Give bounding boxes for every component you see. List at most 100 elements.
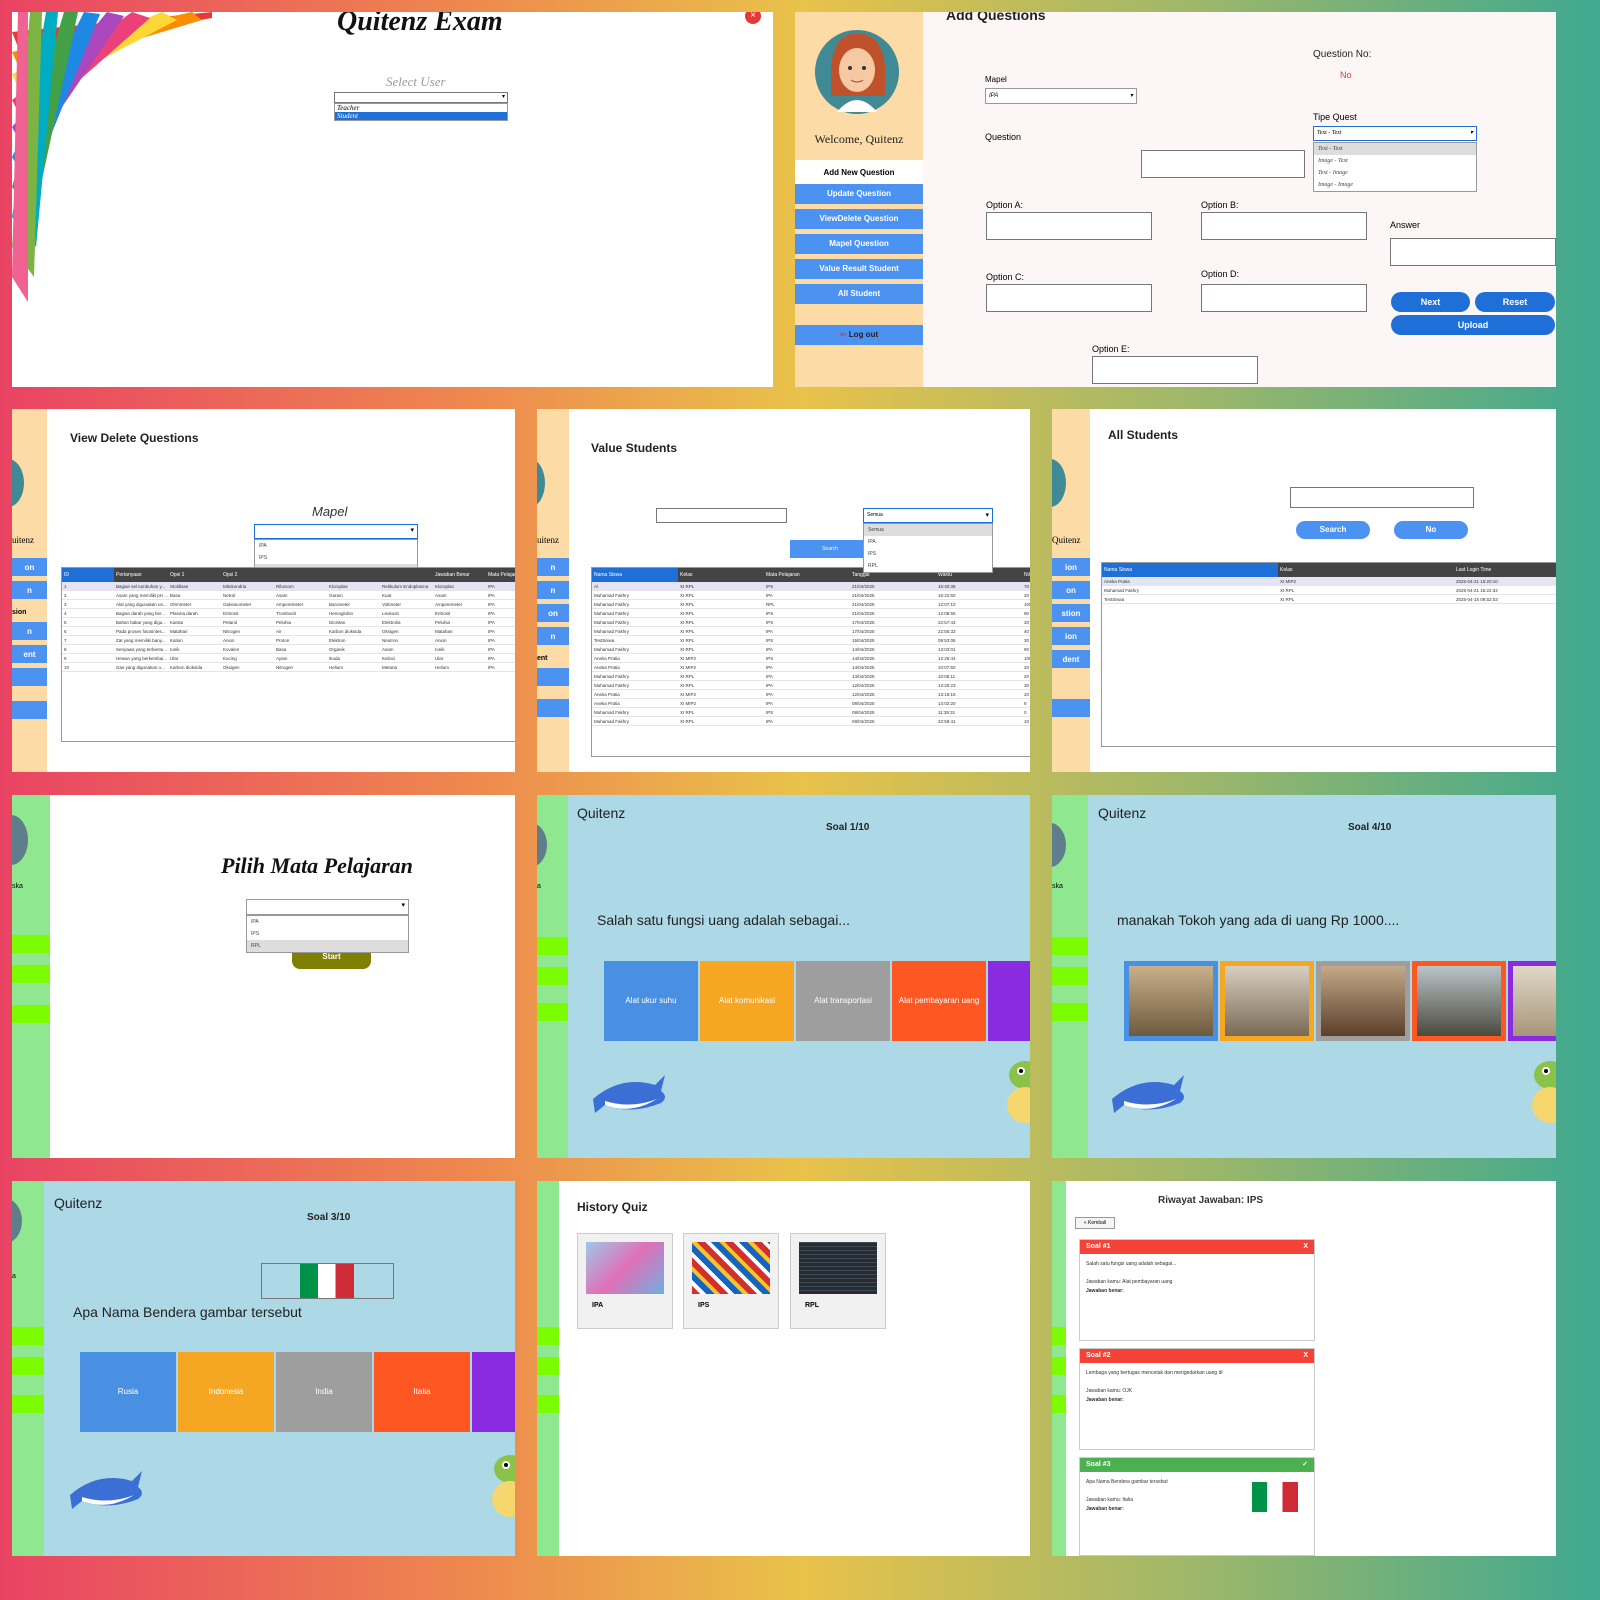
close-icon[interactable]: × (745, 12, 761, 24)
table-row[interactable]: 4 Bagian darah yang ber... Plasma darah Eri… (62, 609, 515, 618)
answer-option[interactable]: Indonesia (178, 1352, 274, 1432)
sidebar-button[interactable] (1052, 673, 1090, 691)
mapel-select[interactable]: ▾ (254, 524, 418, 539)
logout-button[interactable] (1052, 699, 1090, 717)
mapel-option[interactable]: RPL (247, 940, 408, 952)
sidebar-button[interactable] (12, 1327, 44, 1345)
sidebar-button[interactable] (1052, 1003, 1088, 1021)
column-header[interactable]: ID (62, 568, 114, 582)
menu-view-delete-question[interactable]: ViewDelete Question (795, 209, 923, 229)
menu-value-result-student[interactable]: Value Result Student (795, 259, 923, 279)
sidebar-button[interactable] (1052, 1395, 1066, 1413)
tipe-option[interactable]: Text - Text (1314, 143, 1476, 155)
sidebar-button[interactable] (1052, 1327, 1066, 1345)
menu-add-question[interactable]: Add New Question (795, 160, 923, 186)
menu-mapel-question[interactable]: Mapel Question (795, 234, 923, 254)
table-row[interactable]: 9 Hewan yang berkembai... Ular Kucing Ayam Ik… (62, 654, 515, 663)
sidebar-button[interactable] (537, 1327, 559, 1345)
column-header[interactable]: Nama Siswa (1102, 563, 1278, 577)
answer-option[interactable]: Alat komunikasi (700, 961, 794, 1041)
table-row[interactable]: Muhamad Fakhry XI RPL IPA 17/04/2025 22:55:3… (592, 627, 1030, 636)
history-card-rpl[interactable]: RPL (790, 1233, 886, 1329)
table-row[interactable]: 5 Bahan bakar yang digu... Karatu Petarol Pe… (62, 618, 515, 627)
table-row[interactable]: Aneka Pratia XI MIP2 IPS 14/04/2025 12:26:44… (592, 654, 1030, 663)
table-row[interactable]: Muhamad Fakhry XI RPL IPS 08/04/2025 11:39:3… (592, 708, 1030, 717)
option-a-input[interactable] (986, 212, 1152, 240)
sidebar-button[interactable] (1052, 937, 1088, 955)
sidebar-button[interactable]: n (537, 581, 569, 599)
user-option-teacher[interactable]: Teacher (335, 104, 507, 112)
user-option-student[interactable]: Student (335, 112, 507, 120)
filter-option[interactable]: IPS (864, 548, 992, 560)
mapel-option[interactable]: IPA (255, 540, 417, 552)
table-row[interactable]: Muhamad Fakhry XI RPL IPS 21/04/2025 12:08:5… (592, 609, 1030, 618)
option-b-input[interactable] (1201, 212, 1367, 240)
sidebar-button[interactable] (537, 967, 568, 985)
history-card-ips[interactable]: IPS (683, 1233, 779, 1329)
logout-button[interactable]: ⇦ Log out (795, 325, 923, 345)
search-button[interactable]: Search (1296, 521, 1370, 539)
back-button[interactable]: « Kembali (1075, 1217, 1115, 1229)
filter-option[interactable]: IPA (864, 536, 992, 548)
sidebar-button[interactable] (12, 668, 47, 686)
table-row[interactable]: Muhamad Fakhry XI RPL IPS 17/04/2025 22:57:4… (592, 618, 1030, 627)
table-row[interactable]: TestSiswa XI RPL 2025-04-15 09:52:03 (1102, 595, 1556, 604)
portrait-option[interactable] (1124, 961, 1218, 1041)
option-e-input[interactable] (1092, 356, 1258, 384)
column-header[interactable]: Pertanyaan (114, 568, 168, 582)
option-c-input[interactable] (986, 284, 1152, 312)
mapel-option[interactable]: IPS (255, 552, 417, 564)
sidebar-button[interactable]: n (12, 581, 47, 599)
table-row[interactable]: Aneka Pratia XI MIP2 IPA 14/04/2025 10:07:50… (592, 663, 1030, 672)
answer-option[interactable]: India (276, 1352, 372, 1432)
table-row[interactable]: Muhamad Fakhry XI RPL IPA 14/04/2025 13:03:0… (592, 645, 1030, 654)
logout-button[interactable] (12, 701, 47, 719)
table-row[interactable]: 7 Zat yang memiliki bany... Kation Anion Pro… (62, 636, 515, 645)
mapel-option[interactable]: IPS (247, 928, 408, 940)
portrait-option[interactable] (1412, 961, 1506, 1041)
table-row[interactable]: Aneka Pratia XI MIP2 IPA 12/04/2025 13:18:16… (592, 690, 1030, 699)
portrait-option[interactable] (1508, 961, 1556, 1041)
table-row[interactable]: 6 Pada proses fotosintes... Matahari Nitrog… (62, 627, 515, 636)
table-row[interactable]: Muhamad Fakhry XI RPL IPA 14/04/2025 10:05:1… (592, 672, 1030, 681)
sidebar-button[interactable]: ion (1052, 627, 1090, 645)
table-row[interactable]: TestSiswa XI RPL IPS 15/04/2025 09:53:05 30 (592, 636, 1030, 645)
sidebar-button[interactable]: on (537, 604, 569, 622)
table-row[interactable]: Muhamad Fakhry XI RPL IPA 21/04/2025 15:22:5… (592, 591, 1030, 600)
table-row[interactable]: Muhamad Fakhry XI RPL IPA 12/04/2025 13:20:2… (592, 681, 1030, 690)
table-row[interactable]: Ai XI RPL IPS 21/04/2025 15:40:35 70 (592, 582, 1030, 591)
tipe-quest-select[interactable]: Text - Text ▾ (1313, 126, 1477, 141)
sidebar-button[interactable] (537, 668, 569, 686)
option-d-input[interactable] (1201, 284, 1367, 312)
table-row[interactable]: Aneka Pratia XI MIP2 IPA 08/04/2025 14:02:20… (592, 699, 1030, 708)
mapel-option[interactable]: IPA (247, 916, 408, 928)
sidebar-button[interactable] (1052, 1357, 1066, 1375)
filter-option[interactable]: RPL (864, 560, 992, 572)
table-row[interactable]: 3 Alat yang digunakan un... Ohmmeter Galvan… (62, 600, 515, 609)
filter-select[interactable]: Semua ▾ (863, 508, 993, 523)
search-input[interactable] (656, 508, 787, 523)
sidebar-button[interactable] (12, 1005, 50, 1023)
table-row[interactable]: Aneka Pratia XI MIP2 2025-04-21 15:20:10 (1102, 577, 1556, 586)
tipe-option[interactable]: Image - Image (1314, 179, 1476, 191)
table-row[interactable]: Muhamad Fakhry XI RPL 2025-04-21 15:22:34 (1102, 586, 1556, 595)
sidebar-button[interactable]: dent (1052, 650, 1090, 668)
answer-option[interactable]: Italia (374, 1352, 470, 1432)
filter-option[interactable]: Semua (864, 524, 992, 536)
column-header[interactable]: Opsi 1 (168, 568, 221, 582)
sidebar-button[interactable] (1052, 967, 1088, 985)
answer-option[interactable]: Alat pembayaran uang (892, 961, 986, 1041)
sidebar-button[interactable]: ent (12, 645, 47, 663)
sidebar-button[interactable]: sion (12, 604, 47, 622)
sidebar-button[interactable]: ent (537, 650, 569, 668)
tipe-option[interactable]: Text - Image (1314, 167, 1476, 179)
mapel-select[interactable]: IPA ▾ (985, 88, 1137, 104)
table-row[interactable]: Muhamad Fakhry XI RPL IPA 08/04/2025 22:59:4… (592, 717, 1030, 726)
history-card-ipa[interactable]: IPA (577, 1233, 673, 1329)
sidebar-button[interactable] (537, 937, 568, 955)
column-header[interactable]: Jawaban Benar (433, 568, 486, 582)
table-row[interactable]: 8 Senyawa yang terbentu... Ionik Kovalen Bas… (62, 645, 515, 654)
table-row[interactable]: 2 Asam yang memiliki pH ... Basa Netral Asam… (62, 591, 515, 600)
upload-button[interactable]: Upload (1391, 315, 1555, 335)
answer-option[interactable]: A (988, 961, 1030, 1041)
